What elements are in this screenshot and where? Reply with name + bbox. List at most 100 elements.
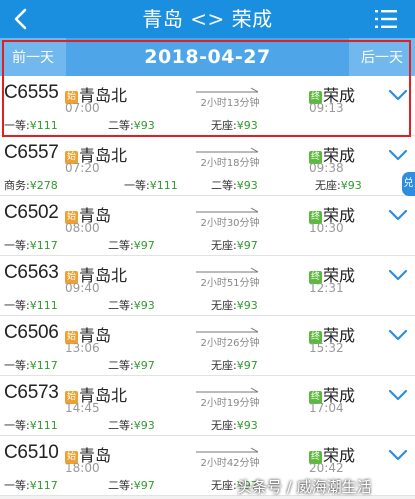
seat-class-label: 二等: [108, 359, 134, 372]
page-title: 青岛 <> 荣成 [142, 7, 273, 31]
train-row[interactable]: C6506 始青岛 13:06 2小时26分钟终荣成 15:32 一等:¥117 二等:¥9… [0, 316, 415, 376]
departure-time: 08:00 [65, 221, 100, 235]
price-amount: ¥97 [133, 479, 155, 492]
price-0: 一等:¥117 [4, 237, 58, 253]
price-0: 一等:¥111 [4, 417, 58, 433]
departure-time: 07:00 [65, 101, 100, 115]
chevron-down-icon[interactable] [388, 149, 408, 161]
train-number: C6563 [4, 262, 59, 283]
price-amount: ¥111 [29, 419, 58, 432]
seat-class-label: 二等: [108, 419, 134, 432]
price-2: 无座:¥93 [211, 117, 258, 133]
chevron-down-icon[interactable] [388, 449, 408, 461]
price-3: 无座:¥93 [315, 177, 362, 193]
journey-arrow-icon [196, 87, 259, 93]
price-0: 商务:¥278 [4, 177, 58, 193]
price-2: 无座:¥93 [211, 297, 258, 313]
seat-class-label: 一等: [4, 299, 30, 312]
chevron-down-icon[interactable] [388, 209, 408, 221]
seat-class-label: 一等: [4, 359, 30, 372]
price-2: 无座:¥97 [211, 357, 258, 373]
seat-class-label: 一等: [124, 179, 150, 192]
train-number: C6502 [4, 202, 59, 223]
chevron-down-icon[interactable] [388, 329, 408, 341]
price-1: 二等:¥97 [108, 237, 155, 253]
train-number: C6573 [4, 382, 59, 403]
arrival-time: 20:42 [309, 461, 344, 475]
travel-duration: 2小时51分钟 [200, 278, 260, 289]
arrival-time: 17:04 [309, 401, 344, 415]
price-amount: ¥117 [29, 479, 58, 492]
departure-time: 09:40 [65, 281, 100, 295]
journey-arrow-icon [196, 327, 259, 333]
travel-duration: 2小时30分钟 [200, 218, 260, 229]
train-row[interactable]: C6557 始青岛北 07:20 2小时18分钟终荣成 09:38 商务:¥278 一等:¥… [0, 136, 415, 196]
seat-class-label: 二等: [108, 239, 134, 252]
side-float-tab[interactable]: 兑 [402, 172, 415, 196]
chevron-down-icon[interactable] [388, 389, 408, 401]
price-amount: ¥97 [133, 359, 155, 372]
train-list: C6555 始青岛北 07:00 2小时13分钟终荣成 09:13 一等:¥111 二等:¥… [0, 76, 415, 496]
price-2: 无座:¥97 [211, 237, 258, 253]
price-amount: ¥93 [340, 179, 362, 192]
date-bar: 前一天 2018-04-27 后一天 [0, 38, 415, 76]
price-amount: ¥97 [236, 359, 258, 372]
price-amount: ¥117 [29, 359, 58, 372]
departure-time: 14:45 [65, 401, 100, 415]
seat-class-label: 一等: [4, 479, 30, 492]
travel-duration: 2小时19分钟 [200, 398, 260, 409]
seat-class-label: 二等: [108, 299, 134, 312]
price-0: 一等:¥117 [4, 357, 58, 373]
seat-class-label: 二等: [211, 179, 237, 192]
travel-duration: 2小时13分钟 [200, 98, 260, 109]
price-amount: ¥117 [29, 239, 58, 252]
departure-time: 07:20 [65, 161, 100, 175]
price-1: 二等:¥93 [108, 117, 155, 133]
train-row[interactable]: C6502 始青岛 08:00 2小时30分钟终荣成 10:30 一等:¥117 二等:¥9… [0, 196, 415, 256]
seat-class-label: 商务: [4, 179, 30, 192]
price-0: 一等:¥117 [4, 477, 58, 493]
top-bar: 青岛 <> 荣成 [0, 0, 415, 38]
menu-list-icon[interactable] [375, 9, 397, 29]
price-amount: ¥93 [133, 419, 155, 432]
arrival-time: 10:30 [309, 221, 344, 235]
departure-time: 13:06 [65, 341, 100, 355]
journey-arrow-icon [196, 267, 259, 273]
departure-time: 18:00 [65, 461, 100, 475]
travel-duration: 2小时42分钟 [200, 458, 260, 469]
seat-class-label: 无座: [211, 419, 237, 432]
price-amount: ¥111 [149, 179, 178, 192]
seat-class-label: 无座: [211, 119, 237, 132]
price-amount: ¥93 [133, 119, 155, 132]
train-number: C6506 [4, 322, 59, 343]
price-2: 二等:¥93 [211, 177, 258, 193]
seat-class-label: 无座: [211, 359, 237, 372]
price-1: 二等:¥97 [108, 477, 155, 493]
previous-day-button[interactable]: 前一天 [0, 38, 66, 76]
seat-class-label: 一等: [4, 239, 30, 252]
arrival-time: 12:31 [309, 281, 344, 295]
selected-date[interactable]: 2018-04-27 [70, 38, 345, 76]
seat-class-label: 无座: [211, 299, 237, 312]
price-2: 无座:¥93 [211, 417, 258, 433]
seat-class-label: 一等: [4, 419, 30, 432]
journey-arrow-icon [196, 147, 259, 153]
train-row[interactable]: C6555 始青岛北 07:00 2小时13分钟终荣成 09:13 一等:¥111 二等:¥… [0, 76, 415, 136]
price-amount: ¥97 [133, 239, 155, 252]
next-day-button[interactable]: 后一天 [349, 38, 415, 76]
price-amount: ¥97 [236, 239, 258, 252]
train-number: C6510 [4, 442, 59, 463]
watermark: 头条号 / 威海潮生活 [237, 478, 372, 496]
train-row[interactable]: C6573 始青岛北 14:45 2小时19分钟终荣成 17:04 一等:¥111 二等:¥… [0, 376, 415, 436]
seat-class-label: 无座: [315, 179, 341, 192]
price-amount: ¥111 [29, 299, 58, 312]
seat-class-label: 二等: [108, 479, 134, 492]
price-amount: ¥93 [236, 119, 258, 132]
travel-duration: 2小时18分钟 [200, 158, 260, 169]
chevron-down-icon[interactable] [388, 269, 408, 281]
seat-class-label: 二等: [108, 119, 134, 132]
train-number: C6555 [4, 82, 59, 103]
train-row[interactable]: C6563 始青岛北 09:40 2小时51分钟终荣成 12:31 一等:¥111 二等:¥… [0, 256, 415, 316]
travel-duration: 2小时26分钟 [200, 338, 260, 349]
chevron-down-icon[interactable] [388, 89, 408, 101]
